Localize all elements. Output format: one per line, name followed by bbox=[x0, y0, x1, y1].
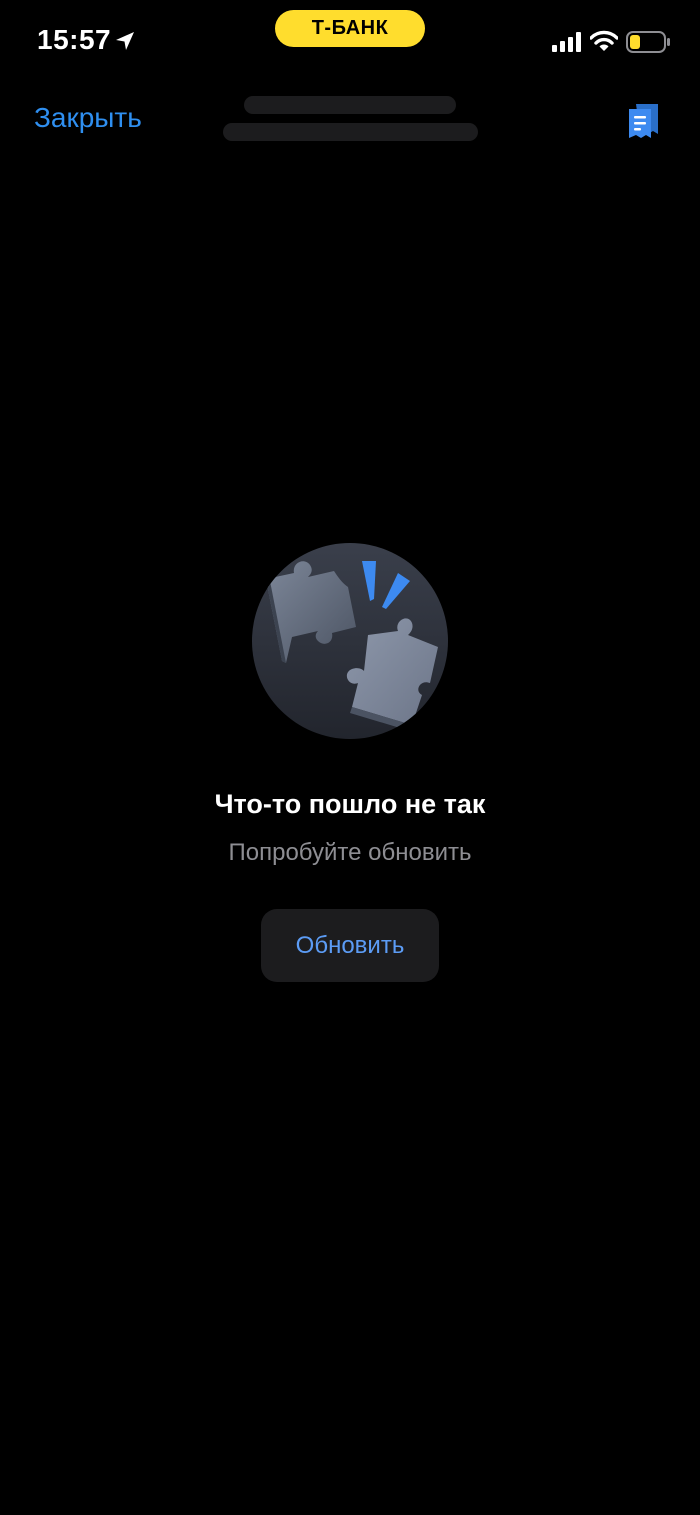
error-title: Что-то пошло не так bbox=[214, 789, 486, 819]
brand-label: Т-БАНК bbox=[311, 17, 389, 39]
location-arrow-icon bbox=[116, 32, 134, 50]
refresh-button-label: Обновить bbox=[295, 931, 405, 959]
error-subtitle: Попробуйте обновить bbox=[228, 839, 472, 866]
wifi-icon bbox=[590, 30, 618, 51]
receipt-icon[interactable] bbox=[626, 100, 664, 140]
refresh-button[interactable]: Обновить bbox=[261, 909, 439, 982]
close-button[interactable]: Закрыть bbox=[34, 102, 142, 134]
broken-puzzle-icon bbox=[252, 543, 448, 739]
status-bar: 15:57 Т-БАНК bbox=[0, 0, 700, 80]
nav-bar: Закрыть bbox=[0, 80, 700, 160]
battery-low-icon bbox=[626, 31, 670, 53]
brand-pill[interactable]: Т-БАНК bbox=[275, 10, 425, 47]
subtitle-skeleton-line bbox=[223, 123, 478, 141]
status-time: 15:57 bbox=[37, 24, 112, 55]
title-skeleton-line bbox=[244, 96, 456, 114]
cellular-signal-icon bbox=[552, 32, 581, 52]
